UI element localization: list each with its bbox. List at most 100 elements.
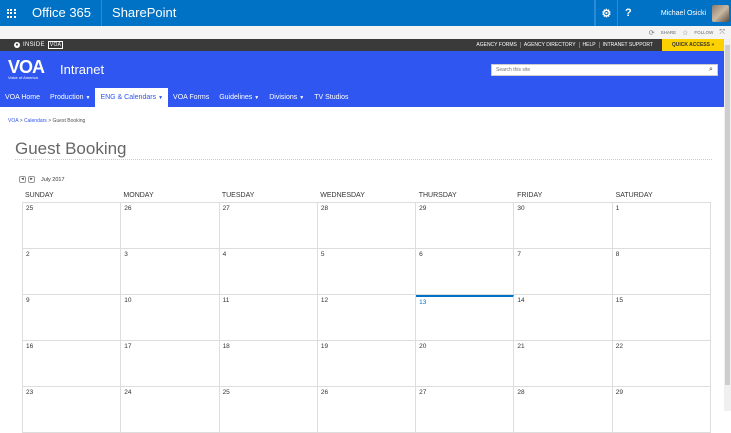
calendar-day-cell[interactable]: 2: [23, 249, 122, 295]
nav-item-label: TV Studios: [314, 94, 349, 101]
calendar-day-cell[interactable]: 6: [416, 249, 515, 295]
help-link[interactable]: HELP: [580, 42, 600, 48]
day-number: 14: [517, 297, 525, 304]
user-name[interactable]: Michael Osicki: [639, 10, 712, 17]
breadcrumb-voa[interactable]: VOA: [8, 118, 18, 124]
calendar-day-cell[interactable]: 25: [23, 203, 122, 249]
nav-voa-forms[interactable]: VOA Forms: [168, 88, 214, 107]
calendar-day-cell[interactable]: 7: [514, 249, 613, 295]
day-number: 26: [320, 389, 329, 396]
calendar-day-cell[interactable]: 12: [317, 295, 417, 341]
follow-star-icon[interactable]: ☆: [682, 29, 688, 37]
day-number: 22: [615, 343, 623, 350]
nav-guidelines[interactable]: Guidelines ▼: [214, 88, 264, 107]
day-number: 10: [124, 297, 132, 304]
calendar-day-cell[interactable]: 27: [219, 203, 318, 249]
voa-logo-subtitle: Voice of America: [8, 75, 38, 80]
day-number: 6: [419, 251, 423, 258]
calendar-day-cell[interactable]: 19: [317, 341, 417, 387]
calendar-day-cell[interactable]: 30: [514, 203, 613, 249]
breadcrumb-calendars[interactable]: Calendars: [24, 118, 47, 124]
page-scrollbar[interactable]: [724, 39, 731, 411]
app-launcher-icon[interactable]: [0, 0, 22, 26]
weekday-wednesday: WEDNESDAY: [320, 192, 365, 199]
calendar-day-cell[interactable]: 11: [219, 295, 318, 341]
calendar-week-row: 9 10 11 12 13 14 15: [23, 295, 711, 341]
calendar-day-cell[interactable]: 27: [416, 387, 515, 433]
voa-logo[interactable]: VOA Voice of America: [8, 58, 45, 80]
follow-button[interactable]: FOLLOW: [694, 30, 713, 35]
nav-production[interactable]: Production ▼: [45, 88, 95, 107]
calendar-day-cell[interactable]: 17: [121, 341, 220, 387]
nav-eng-calendars[interactable]: ENG & Calendars ▼: [95, 88, 169, 107]
scrollbar-thumb[interactable]: [725, 45, 730, 385]
calendar-day-cell[interactable]: 22: [612, 341, 711, 387]
calendar-day-cell[interactable]: 24: [121, 387, 220, 433]
calendar-grid: 25 26 27 28 29 30 1 2 3 4 5 6 7 8 9 10 11 12 13 14 15 16 17 18 1…: [22, 202, 711, 433]
calendar-day-cell[interactable]: 8: [612, 249, 711, 295]
calendar-day-cell[interactable]: 1: [612, 203, 711, 249]
day-number: 25: [222, 389, 230, 396]
quick-access-button[interactable]: QUICK ACCESS »: [662, 39, 724, 51]
day-number: 8: [615, 251, 620, 258]
calendar-day-cell[interactable]: 3: [121, 249, 220, 295]
search-input[interactable]: [496, 66, 705, 73]
calendar-day-cell[interactable]: 29: [612, 387, 711, 433]
weekday-monday: MONDAY: [123, 192, 154, 199]
weekday-tuesday: TUESDAY: [221, 192, 255, 199]
chevron-down-icon: ▼: [85, 94, 91, 101]
chevron-down-icon: ▼: [158, 94, 164, 101]
nav-item-label: VOA Home: [5, 94, 41, 101]
calendar-day-cell[interactable]: 28: [514, 387, 613, 433]
month-calendar: SUNDAY MONDAY TUESDAY WEDNESDAY THURSDAY…: [22, 190, 711, 433]
focus-content-icon[interactable]: ⤧: [719, 29, 725, 37]
calendar-day-cell[interactable]: 10: [121, 295, 220, 341]
avatar[interactable]: [712, 4, 729, 22]
calendar-day-cell[interactable]: 28: [317, 203, 417, 249]
office365-link[interactable]: Office 365: [22, 0, 103, 26]
previous-month-icon[interactable]: ◂: [19, 176, 26, 183]
calendar-day-cell[interactable]: 21: [514, 341, 613, 387]
agency-forms-link[interactable]: AGENCY FORMS: [473, 42, 521, 48]
calendar-day-cell[interactable]: 9: [23, 295, 122, 341]
calendar-day-cell[interactable]: 16: [23, 341, 122, 387]
calendar-week-row: 23 24 25 26 27 28 29: [23, 387, 711, 433]
share-icon[interactable]: ⟳: [649, 29, 655, 37]
nav-item-label: Guidelines: [219, 94, 253, 101]
agency-directory-link[interactable]: AGENCY DIRECTORY: [521, 42, 580, 48]
calendar-day-cell[interactable]: 25: [219, 387, 318, 433]
calendar-day-cell[interactable]: 26: [121, 203, 220, 249]
day-number: 19: [320, 343, 329, 350]
day-number: 9: [26, 297, 30, 304]
inside-voa-logo[interactable]: ● INSIDE VOA: [0, 41, 64, 49]
calendar-day-cell[interactable]: 18: [219, 341, 318, 387]
day-number: 16: [26, 343, 34, 350]
day-number: 20: [419, 343, 427, 350]
next-month-icon[interactable]: ▸: [28, 176, 35, 183]
calendar-day-cell[interactable]: 29: [416, 203, 515, 249]
nav-item-label: Divisions: [269, 94, 298, 101]
main-nav: VOA Home Production ▼ ENG & Calendars ▼ VO…: [0, 88, 724, 107]
intranet-support-link[interactable]: INTRANET SUPPORT: [600, 42, 656, 48]
calendar-day-cell[interactable]: 20: [416, 341, 515, 387]
sharepoint-link[interactable]: SharePoint: [102, 0, 186, 26]
nav-tv-studios[interactable]: TV Studios: [309, 88, 353, 107]
settings-gear-icon[interactable]: ⚙: [594, 0, 617, 26]
share-button[interactable]: SHARE: [661, 30, 677, 35]
calendar-day-cell[interactable]: 4: [219, 249, 318, 295]
nav-voa-home[interactable]: VOA Home: [0, 88, 45, 107]
day-number: 18: [222, 343, 230, 350]
help-icon[interactable]: ?: [616, 0, 639, 26]
calendar-day-cell[interactable]: 5: [317, 249, 417, 295]
weekday-thursday: THURSDAY: [418, 192, 457, 199]
site-title[interactable]: Intranet: [60, 62, 104, 77]
calendar-day-cell[interactable]: 13: [416, 295, 515, 341]
site-search-box: ⌕: [491, 63, 718, 76]
nav-divisions[interactable]: Divisions ▼: [264, 88, 309, 107]
calendar-day-cell[interactable]: 23: [23, 387, 122, 433]
calendar-day-cell[interactable]: 15: [612, 295, 711, 341]
calendar-day-cell[interactable]: 26: [317, 387, 417, 433]
search-icon[interactable]: ⌕: [705, 66, 717, 74]
calendar-day-cell[interactable]: 14: [514, 295, 613, 341]
day-number: 23: [26, 389, 34, 396]
